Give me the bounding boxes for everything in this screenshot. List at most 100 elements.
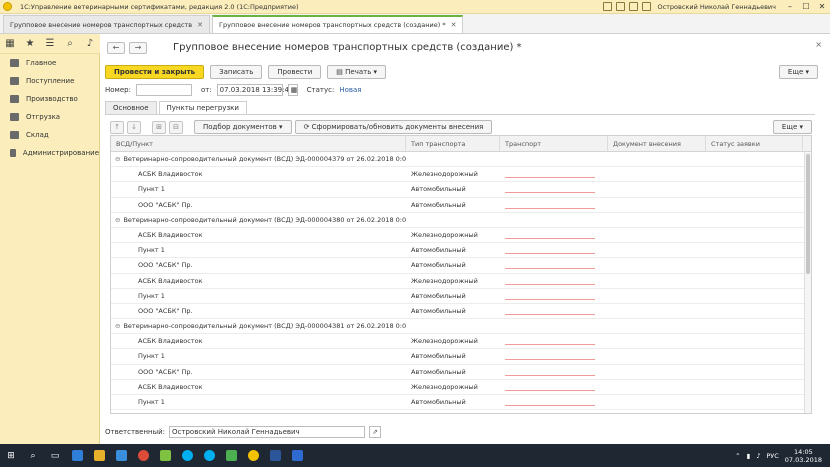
volume-icon[interactable]: ♪ <box>756 452 760 460</box>
table-row-group[interactable]: ⊖ Ветеринарно-сопроводительный документ (… <box>111 213 811 228</box>
1c-icon[interactable] <box>242 444 264 467</box>
cell-input-document[interactable] <box>608 289 706 303</box>
cell-transport[interactable] <box>500 152 608 166</box>
cell-input-document[interactable] <box>608 167 706 181</box>
cell-transport[interactable] <box>500 258 608 272</box>
vertical-scrollbar[interactable] <box>804 152 811 413</box>
collapse-icon[interactable]: ⊖ <box>115 322 120 330</box>
cell-input-document[interactable] <box>608 182 706 196</box>
cell-transport[interactable] <box>500 395 608 409</box>
cell-transport-type[interactable]: Автомобильный <box>406 258 500 272</box>
table-row[interactable]: Пункт 1 Автомобильный <box>111 395 811 411</box>
cell-transport-type[interactable]: Автомобильный <box>406 243 500 257</box>
cell-input-document[interactable] <box>608 319 706 333</box>
table-row[interactable]: АСБК Владивосток Железнодорожный <box>111 334 811 350</box>
column-vsd-point[interactable]: ВСД/Пункт <box>111 136 406 151</box>
save-button[interactable]: Записать <box>210 65 263 79</box>
cell-transport[interactable] <box>500 243 608 257</box>
column-transport-type[interactable]: Тип транспорта <box>406 136 500 151</box>
cell-transport[interactable] <box>500 213 608 227</box>
cell-transport-type[interactable] <box>406 152 500 166</box>
table-row-group[interactable]: ⊖ Ветеринарно-сопроводительный документ (… <box>111 152 811 168</box>
chrome-icon[interactable] <box>132 444 154 467</box>
status-link[interactable]: Новая <box>339 86 361 94</box>
sidebar-item-warehouse[interactable]: Склад <box>0 126 99 144</box>
cell-input-document[interactable] <box>608 258 706 272</box>
cell-transport[interactable] <box>500 349 608 363</box>
move-up-icon[interactable]: ↑ <box>110 120 124 134</box>
cell-input-document[interactable] <box>608 228 706 242</box>
sidebar-item-main[interactable]: Главное <box>0 54 99 72</box>
bell-icon[interactable]: ♪ <box>80 38 100 49</box>
skype-icon[interactable] <box>176 444 198 467</box>
collapse-icon[interactable]: ⊖ <box>115 155 120 163</box>
cell-input-document[interactable] <box>608 349 706 363</box>
date-field[interactable]: 07.03.2018 13:39:43 <box>216 84 293 96</box>
tab-group-input-create[interactable]: Групповое внесение номеров транспортных … <box>212 15 464 33</box>
close-icon[interactable]: ✕ <box>197 21 203 29</box>
collapse-all-icon[interactable]: ⊟ <box>169 120 183 134</box>
column-input-document[interactable]: Документ внесения <box>608 136 706 151</box>
cell-transport[interactable] <box>500 167 608 181</box>
sidebar-item-production[interactable]: Производство <box>0 90 99 108</box>
task-view-icon[interactable]: ▭ <box>44 444 66 467</box>
store-icon[interactable] <box>110 444 132 467</box>
table-row[interactable]: Пункт 1 Автомобильный <box>111 182 811 198</box>
cell-transport[interactable] <box>500 304 608 318</box>
user-name[interactable]: Островский Николай Геннадьевич <box>657 3 776 11</box>
generate-documents-button[interactable]: ⟳ Сформировать/обновить документы внесен… <box>294 120 493 134</box>
windows-start-icon[interactable]: ⊞ <box>0 444 22 467</box>
cell-transport-type[interactable]: Автомобильный <box>406 304 500 318</box>
table-row[interactable]: АСБК Владивосток Железнодорожный <box>111 380 811 395</box>
cell-transport[interactable] <box>500 380 608 394</box>
cell-transport[interactable] <box>500 289 608 303</box>
cell-transport-type[interactable] <box>406 319 500 333</box>
post-button[interactable]: Провести <box>268 65 322 79</box>
cell-transport-type[interactable]: Автомобильный <box>406 395 500 409</box>
cell-transport-type[interactable]: Железнодорожный <box>406 334 500 348</box>
cell-input-document[interactable] <box>608 198 706 212</box>
sidebar-item-receipt[interactable]: Поступление <box>0 72 99 90</box>
cell-transport-type[interactable] <box>406 213 500 227</box>
grid-icon[interactable] <box>603 2 613 11</box>
table-row[interactable]: Пункт 1 Автомобильный <box>111 349 811 365</box>
column-transport[interactable]: Транспорт <box>500 136 608 151</box>
cell-transport[interactable] <box>500 274 608 288</box>
menu-grid-icon[interactable]: ▦ <box>0 38 20 49</box>
cell-transport-type[interactable]: Железнодорожный <box>406 380 500 394</box>
tab-group-input-list[interactable]: Групповое внесение номеров транспортных … <box>3 15 211 33</box>
tab-main[interactable]: Основное <box>105 101 157 115</box>
edge-icon[interactable] <box>66 444 88 467</box>
column-request-status[interactable]: Статус заявки <box>706 136 803 151</box>
calendar-icon[interactable]: ▦ <box>287 84 298 96</box>
android-icon[interactable] <box>154 444 176 467</box>
more-button[interactable]: Еще ▾ <box>778 65 818 79</box>
cell-input-document[interactable] <box>608 334 706 348</box>
close-window-button[interactable]: ✕ <box>814 2 830 11</box>
language-indicator[interactable]: РУС <box>766 452 778 460</box>
cell-input-document[interactable] <box>608 304 706 318</box>
cell-input-document[interactable] <box>608 243 706 257</box>
sidebar-item-admin[interactable]: Администрирование <box>0 144 99 162</box>
cell-input-document[interactable] <box>608 274 706 288</box>
list-icon[interactable]: ☰ <box>40 38 60 49</box>
cell-input-document[interactable] <box>608 380 706 394</box>
select-documents-button[interactable]: Подбор документов ▾ <box>194 120 292 134</box>
clock[interactable]: 14:05 07.03.2018 <box>785 448 822 464</box>
cell-transport[interactable] <box>500 198 608 212</box>
cell-input-document[interactable] <box>608 365 706 379</box>
close-form-icon[interactable]: × <box>815 40 822 49</box>
forward-button[interactable]: → <box>129 42 147 54</box>
explorer-icon[interactable] <box>88 444 110 467</box>
word-icon[interactable] <box>264 444 286 467</box>
table-row[interactable]: АСБК Владивосток Железнодорожный <box>111 274 811 289</box>
table-more-button[interactable]: Еще ▾ <box>772 120 812 134</box>
search-icon[interactable]: ⌕ <box>22 444 44 467</box>
cell-transport-type[interactable]: Автомобильный <box>406 365 500 379</box>
back-button[interactable]: ← <box>107 42 125 54</box>
table-row[interactable]: Пункт 1 Автомобильный <box>111 289 811 304</box>
table-row-group[interactable]: ⊖ Ветеринарно-сопроводительный документ (… <box>111 319 811 335</box>
cell-input-document[interactable] <box>608 395 706 409</box>
cell-input-document[interactable] <box>608 152 706 166</box>
sidebar-item-shipment[interactable]: Отгрузка <box>0 108 99 126</box>
